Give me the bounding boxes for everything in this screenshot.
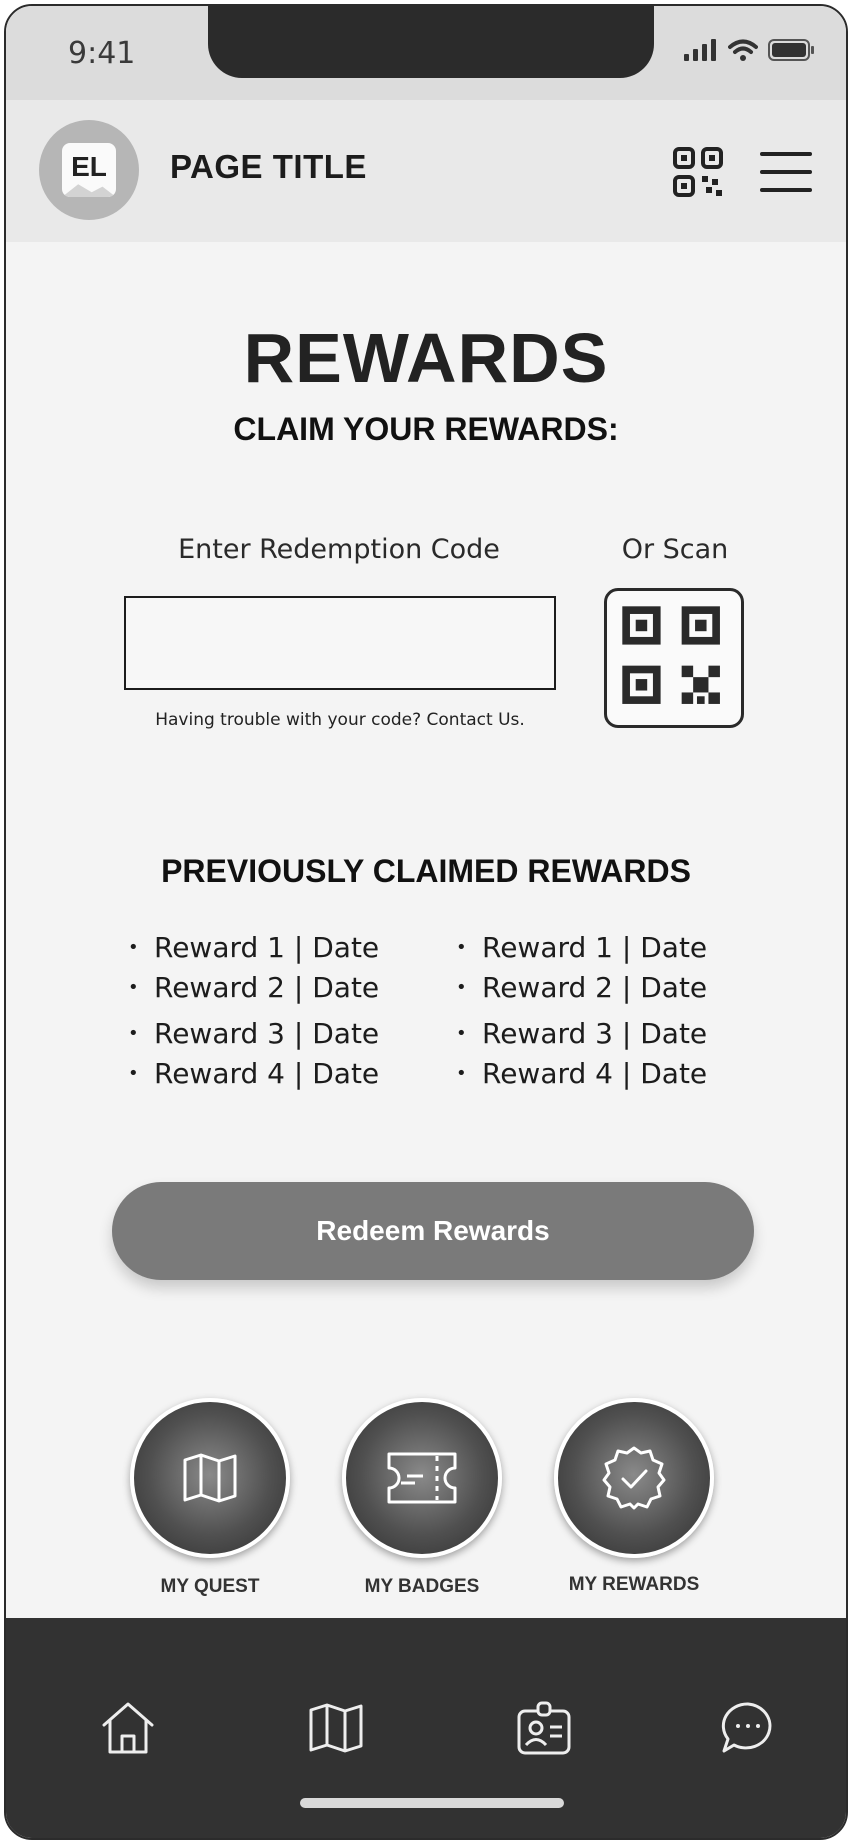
redemption-code-label: Enter Redemption Code	[178, 534, 500, 565]
scan-label: Or Scan	[621, 534, 729, 565]
map-icon	[309, 1703, 363, 1753]
list-item: Reward 4 | Date	[128, 1054, 379, 1094]
my-rewards-button[interactable]	[554, 1398, 714, 1558]
avatar-initials: EL	[71, 151, 107, 182]
home-indicator[interactable]	[300, 1798, 564, 1808]
phone-frame: 9:41 EL PAGE TITLE REWARDS CLAIM YOUR RE…	[4, 4, 848, 1840]
rewards-heading: REWARDS	[243, 319, 609, 397]
avatar-image: EL	[62, 143, 116, 197]
avatar[interactable]: EL	[39, 120, 139, 220]
app-header: EL PAGE TITLE	[6, 100, 846, 242]
page-title: PAGE TITLE	[170, 148, 367, 185]
list-item: Reward 1 | Date	[456, 928, 707, 968]
list-item: Reward 4 | Date	[456, 1054, 707, 1094]
list-item: Reward 3 | Date	[456, 1014, 707, 1054]
tab-home[interactable]	[98, 1698, 158, 1758]
my-quest-label: MY QUEST	[160, 1576, 260, 1597]
id-card-icon	[517, 1701, 571, 1755]
tab-map[interactable]	[306, 1698, 366, 1758]
signal-icon	[684, 39, 716, 61]
my-badges-label: MY BADGES	[364, 1576, 480, 1597]
notch	[208, 6, 654, 78]
tab-profile[interactable]	[514, 1698, 574, 1758]
hamburger-menu-icon[interactable]	[760, 152, 812, 192]
redeem-rewards-button[interactable]: Redeem Rewards	[112, 1182, 754, 1280]
home-icon	[102, 1702, 154, 1754]
claimed-rewards-list-left: Reward 1 | Date Reward 2 | Date Reward 3…	[128, 928, 379, 1094]
status-time: 9:41	[68, 36, 136, 71]
badge-check-icon	[602, 1446, 666, 1510]
status-bar: 9:41	[6, 6, 846, 100]
claim-subheading: CLAIM YOUR REWARDS:	[233, 411, 619, 447]
my-quest-button[interactable]	[130, 1398, 290, 1558]
map-icon	[183, 1453, 237, 1503]
status-icons	[684, 38, 816, 62]
bottom-tab-bar	[6, 1618, 846, 1838]
battery-icon	[768, 39, 814, 61]
wifi-icon	[728, 39, 758, 61]
chat-icon	[721, 1702, 772, 1753]
ticket-icon	[387, 1452, 457, 1504]
list-item: Reward 3 | Date	[128, 1014, 379, 1054]
qr-code-icon[interactable]	[672, 146, 724, 198]
scan-qr-icon[interactable]	[604, 588, 744, 728]
my-badges-button[interactable]	[342, 1398, 502, 1558]
claimed-rewards-title: PREVIOUSLY CLAIMED REWARDS	[161, 853, 691, 889]
help-contact-link[interactable]: Having trouble with your code? Contact U…	[124, 710, 556, 730]
list-item: Reward 2 | Date	[128, 968, 379, 1008]
list-item: Reward 1 | Date	[128, 928, 379, 968]
list-item: Reward 2 | Date	[456, 968, 707, 1008]
claimed-rewards-list-right: Reward 1 | Date Reward 2 | Date Reward 3…	[456, 928, 707, 1094]
my-rewards-label: MY REWARDS	[568, 1574, 700, 1595]
tab-chat[interactable]	[718, 1698, 778, 1758]
redemption-code-input[interactable]	[124, 596, 556, 690]
